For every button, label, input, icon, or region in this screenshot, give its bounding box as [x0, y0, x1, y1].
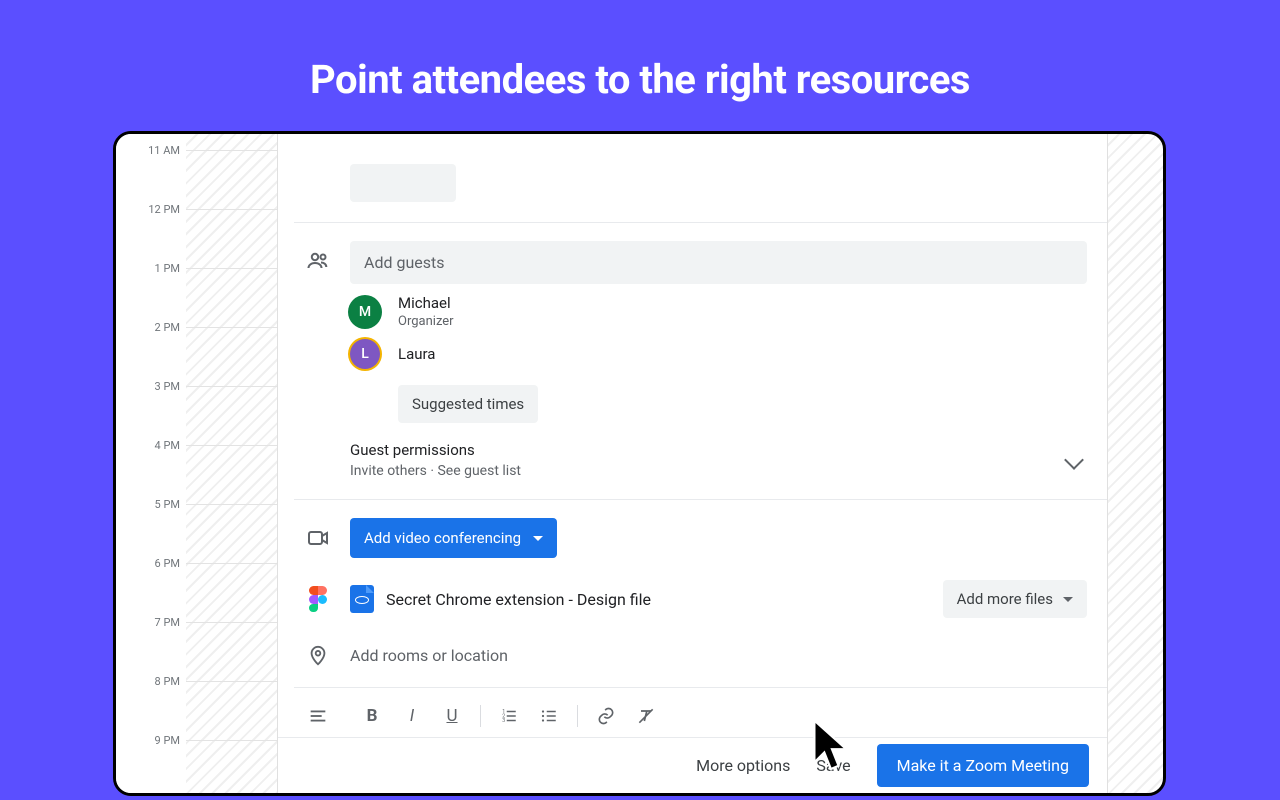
- time-label: 2 PM: [116, 321, 180, 334]
- event-edit-panel: Find a time Add guests M Michael Organizer…: [278, 134, 1107, 793]
- make-zoom-meeting-button[interactable]: Make it a Zoom Meeting: [877, 744, 1089, 787]
- guest-row[interactable]: L Laura: [350, 339, 1087, 369]
- time-label: 9 PM: [116, 734, 180, 747]
- bulleted-list-button[interactable]: [531, 698, 567, 734]
- add-guests-input[interactable]: Add guests: [350, 241, 1087, 284]
- chevron-down-icon[interactable]: [1067, 453, 1081, 467]
- guest-name: Laura: [398, 345, 435, 363]
- calendar-window: 11 AM 12 PM 1 PM 2 PM 3 PM 4 PM 5 PM 6 PM 7 PM 8 …: [113, 131, 1166, 796]
- location-pin-icon: [304, 642, 332, 670]
- bottom-action-bar: More options Save Make it a Zoom Meeting: [278, 737, 1107, 793]
- add-more-files-button[interactable]: Add more files: [943, 580, 1087, 618]
- underline-button[interactable]: U: [434, 698, 470, 734]
- time-label: 6 PM: [116, 557, 180, 570]
- numbered-list-button[interactable]: 1 2 3: [491, 698, 527, 734]
- caret-down-icon: [533, 536, 543, 541]
- toolbar-separator: [480, 705, 481, 727]
- italic-button[interactable]: I: [394, 698, 430, 734]
- guest-role: Organizer: [398, 314, 454, 329]
- clear-formatting-button[interactable]: [628, 698, 664, 734]
- description-toolbar: B I U 1 2 3: [294, 687, 1107, 744]
- find-a-time-button[interactable]: Find a time: [350, 164, 456, 202]
- page-headline: Point attendees to the right resources: [0, 0, 1280, 103]
- add-video-conferencing-label: Add video conferencing: [364, 529, 521, 547]
- caret-down-icon: [1063, 597, 1073, 602]
- time-label: 11 AM: [116, 144, 180, 157]
- time-label: 3 PM: [116, 380, 180, 393]
- people-icon: [304, 247, 332, 275]
- add-video-conferencing-button[interactable]: Add video conferencing: [350, 518, 557, 558]
- time-label: 1 PM: [116, 262, 180, 275]
- time-label: 5 PM: [116, 498, 180, 511]
- right-gutter: [1107, 134, 1163, 793]
- location-input[interactable]: Add rooms or location: [350, 638, 1087, 673]
- time-label: 10 PM: [116, 793, 180, 796]
- design-file-icon: [350, 585, 374, 613]
- day-timeline: 11 AM 12 PM 1 PM 2 PM 3 PM 4 PM 5 PM 6 PM 7 PM 8 …: [116, 134, 278, 793]
- time-label: 7 PM: [116, 616, 180, 629]
- avatar: M: [350, 297, 380, 327]
- guest-permissions-sub: Invite others · See guest list: [350, 463, 1067, 479]
- guest-name: Michael: [398, 294, 454, 312]
- guest-row[interactable]: M Michael Organizer: [350, 294, 1087, 329]
- figma-icon: [304, 585, 332, 613]
- time-label: 8 PM: [116, 675, 180, 688]
- svg-text:3: 3: [502, 718, 505, 724]
- attachment-title[interactable]: Secret Chrome extension - Design file: [386, 590, 651, 609]
- time-label: 12 PM: [116, 203, 180, 216]
- guest-permissions-title: Guest permissions: [350, 441, 1067, 459]
- add-more-files-label: Add more files: [957, 590, 1053, 608]
- save-button[interactable]: Save: [816, 756, 850, 775]
- video-icon: [304, 524, 332, 552]
- suggested-times-button[interactable]: Suggested times: [398, 385, 538, 423]
- toolbar-separator: [577, 705, 578, 727]
- avatar: L: [350, 339, 380, 369]
- bold-button[interactable]: B: [354, 698, 390, 734]
- more-options-button[interactable]: More options: [696, 756, 790, 775]
- link-button[interactable]: [588, 698, 624, 734]
- time-label: 4 PM: [116, 439, 180, 452]
- notes-icon: [304, 702, 332, 730]
